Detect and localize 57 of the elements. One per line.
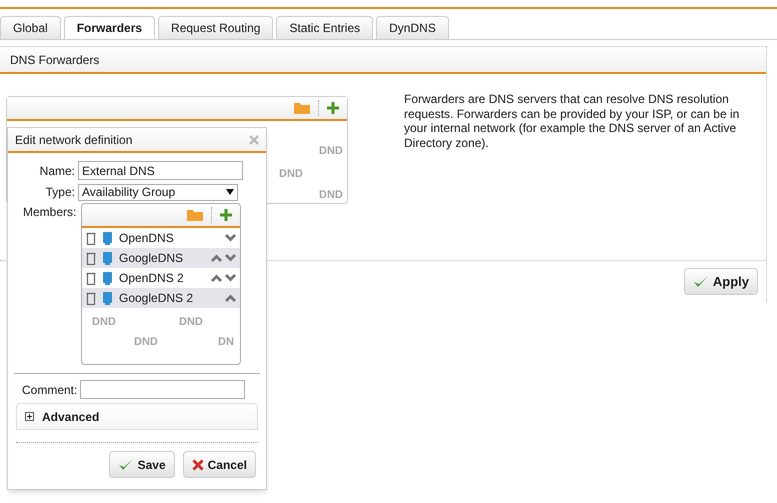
cross-icon: [192, 458, 204, 470]
panel-header: DNS Forwarders: [0, 46, 766, 74]
section-label: Advanced: [42, 408, 100, 426]
drop-hint: DND: [179, 315, 203, 330]
name-field[interactable]: External DNS: [78, 161, 243, 180]
description-text: Forwarders are DNS servers that can resolve DNS resolution requests. Forwarders can be provided by your ISP, or can be in your internal network (for example the DNS server of an Active Directory zone).: [404, 92, 740, 152]
member-name: OpenDNS: [119, 230, 175, 247]
drop-hint: DND: [319, 188, 343, 203]
chevron-up-icon[interactable]: [225, 294, 236, 302]
field-label: Comment:: [21, 382, 78, 398]
type-dropdown[interactable]: Availability Group: [78, 184, 238, 200]
drop-hint: DND: [279, 167, 303, 182]
tab[interactable]: Request Routing: [158, 16, 274, 39]
save-button[interactable]: Save: [108, 451, 175, 478]
chevron-up-icon[interactable]: [211, 274, 222, 282]
trash-icon[interactable]: [86, 252, 96, 264]
expand-icon[interactable]: [25, 412, 34, 421]
member-name: GoogleDNS 2: [119, 290, 194, 307]
trash-icon[interactable]: [86, 232, 96, 244]
drop-hint: DND: [319, 144, 343, 159]
folder-icon[interactable]: [187, 209, 203, 221]
tab[interactable]: DynDNS: [376, 16, 449, 39]
field-label: Type:: [44, 184, 76, 201]
dropdown-arrow-icon: [226, 189, 234, 195]
add-icon[interactable]: [220, 209, 232, 221]
comment-field[interactable]: [80, 380, 246, 399]
cancel-button[interactable]: Cancel: [182, 451, 256, 478]
checkmark-icon: [692, 274, 709, 288]
drop-hint: DND: [134, 335, 158, 350]
close-icon[interactable]: [249, 134, 259, 144]
server-icon: [103, 252, 112, 264]
server-icon: [103, 272, 112, 284]
server-icon: [103, 232, 112, 244]
tab[interactable]: Static Entries: [276, 16, 374, 39]
trash-icon[interactable]: [86, 272, 96, 284]
advanced-section[interactable]: Advanced: [16, 403, 258, 430]
drop-hint: DN: [218, 335, 234, 350]
trash-icon[interactable]: [86, 292, 96, 304]
field-label: Name:: [38, 162, 76, 180]
field-label: Members:: [22, 204, 78, 221]
dialog-title: Edit network definition: [15, 132, 132, 148]
member-name: OpenDNS 2: [119, 270, 185, 287]
server-icon: [103, 292, 112, 304]
drop-hint: DND: [92, 315, 116, 330]
member-row[interactable]: GoogleDNS 2: [82, 288, 240, 308]
folder-icon[interactable]: [294, 102, 310, 114]
member-name: GoogleDNS: [119, 250, 184, 267]
add-icon[interactable]: [327, 102, 339, 114]
apply-button[interactable]: Apply: [684, 268, 758, 295]
member-row[interactable]: GoogleDNS: [82, 248, 240, 268]
chevron-down-icon[interactable]: [225, 254, 236, 262]
tab[interactable]: Global: [0, 16, 61, 39]
chevron-down-icon[interactable]: [225, 234, 236, 242]
tab[interactable]: Forwarders: [64, 16, 156, 39]
chevron-down-icon[interactable]: [225, 274, 236, 282]
checkmark-icon: [118, 458, 134, 472]
chevron-up-icon[interactable]: [211, 254, 222, 262]
